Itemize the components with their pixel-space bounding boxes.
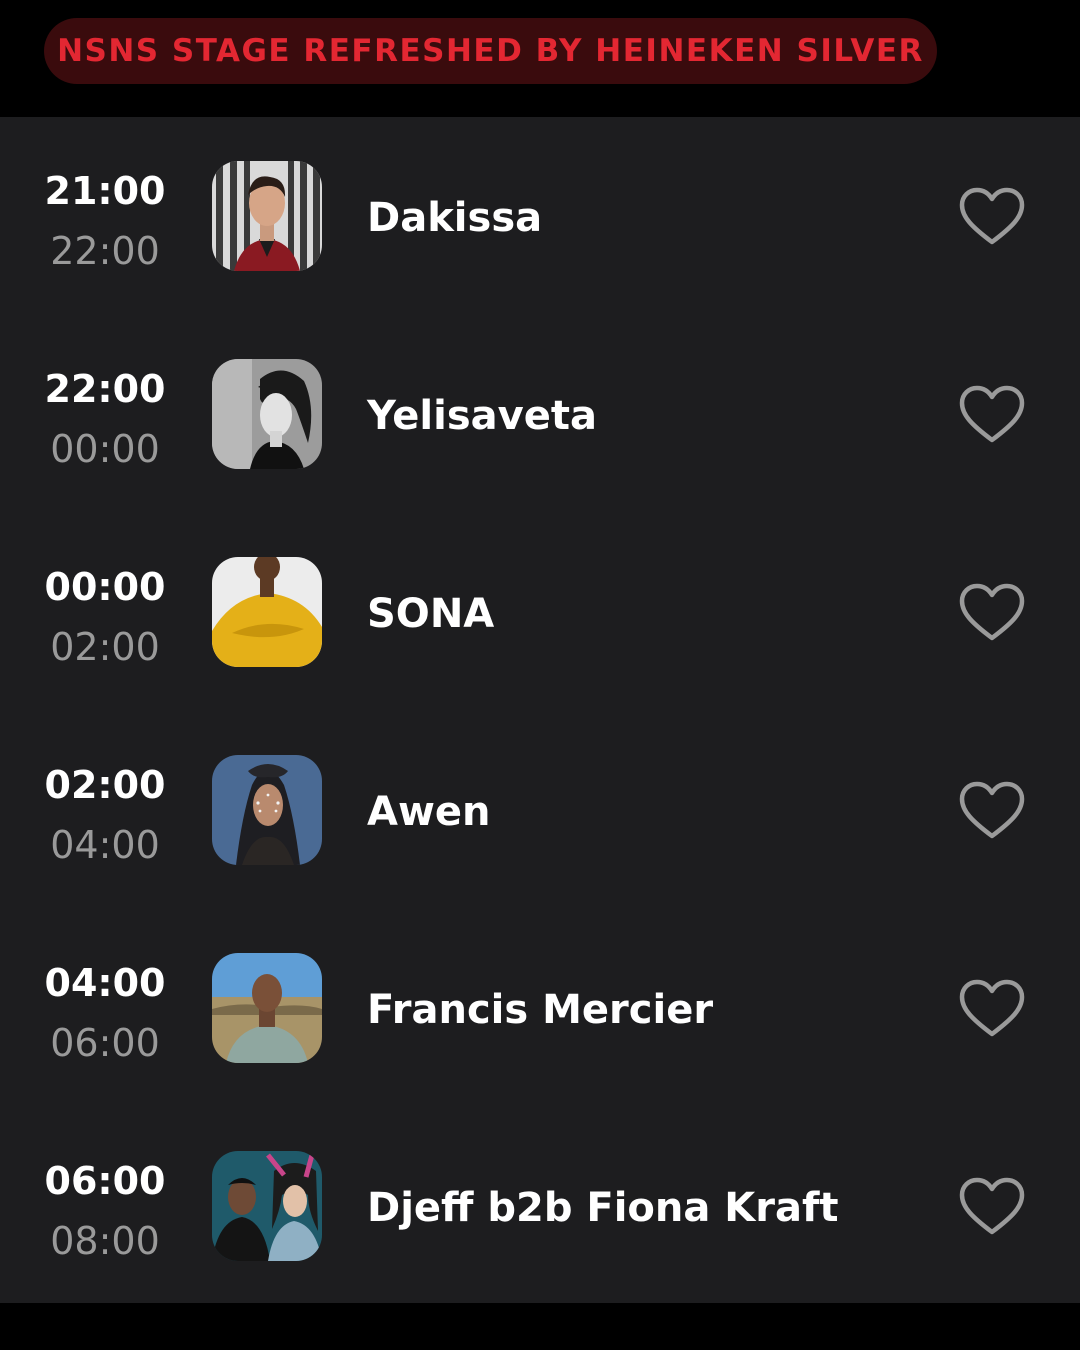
artist-name: Dakissa — [367, 195, 543, 241]
heart-outline-icon[interactable] — [958, 385, 1026, 445]
set-row-awen[interactable]: 02:00 04:00 Awen — [0, 711, 1080, 909]
set-row-dakissa[interactable]: 21:00 22:00 Dakissa — [0, 117, 1080, 315]
start-time: 22:00 — [44, 367, 166, 411]
stage-title: NSNS STAGE REFRESHED BY HEINEKEN SILVER — [57, 33, 924, 69]
set-times: 02:00 04:00 — [0, 711, 210, 909]
heart-outline-icon[interactable] — [958, 979, 1026, 1039]
heart-outline-icon[interactable] — [958, 781, 1026, 841]
set-row-francis-mercier[interactable]: 04:00 06:00 Francis Mercier — [0, 909, 1080, 1107]
start-time: 06:00 — [44, 1159, 166, 1203]
stage-filter-pill[interactable]: NSNS STAGE REFRESHED BY HEINEKEN SILVER — [44, 18, 937, 84]
stage-header: NSNS STAGE REFRESHED BY HEINEKEN SILVER — [0, 0, 1080, 117]
artist-photo[interactable] — [212, 161, 322, 271]
start-time: 21:00 — [44, 169, 166, 213]
artist-name: Yelisaveta — [367, 393, 597, 439]
end-time: 06:00 — [50, 1021, 160, 1065]
artist-name: SONA — [367, 591, 495, 637]
set-row-djeff-b2b-fiona-kraft[interactable]: 06:00 08:00 Djeff b2b Fiona Kraft — [0, 1107, 1080, 1305]
start-time: 00:00 — [44, 565, 166, 609]
artist-name: Awen — [367, 789, 491, 835]
heart-outline-icon[interactable] — [958, 187, 1026, 247]
artist-photo[interactable] — [212, 1151, 322, 1261]
start-time: 04:00 — [44, 961, 166, 1005]
set-times: 04:00 06:00 — [0, 909, 210, 1107]
artist-photo[interactable] — [212, 557, 322, 667]
set-times: 22:00 00:00 — [0, 315, 210, 513]
bottom-bar — [0, 1303, 1080, 1350]
artist-photo[interactable] — [212, 755, 322, 865]
start-time: 02:00 — [44, 763, 166, 807]
end-time: 22:00 — [50, 229, 160, 273]
set-row-yelisaveta[interactable]: 22:00 00:00 Yelisaveta — [0, 315, 1080, 513]
end-time: 04:00 — [50, 823, 160, 867]
heart-outline-icon[interactable] — [958, 1177, 1026, 1237]
set-times: 21:00 22:00 — [0, 117, 210, 315]
set-times: 00:00 02:00 — [0, 513, 210, 711]
set-row-sona[interactable]: 00:00 02:00 SONA — [0, 513, 1080, 711]
heart-outline-icon[interactable] — [958, 583, 1026, 643]
set-times: 06:00 08:00 — [0, 1107, 210, 1305]
end-time: 02:00 — [50, 625, 160, 669]
artist-name: Djeff b2b Fiona Kraft — [367, 1185, 839, 1231]
artist-photo[interactable] — [212, 359, 322, 469]
set-list: 21:00 22:00 Dakissa 22:00 00:00 Yelisave… — [0, 117, 1080, 1303]
artist-photo[interactable] — [212, 953, 322, 1063]
end-time: 00:00 — [50, 427, 160, 471]
end-time: 08:00 — [50, 1219, 160, 1263]
artist-name: Francis Mercier — [367, 987, 714, 1033]
